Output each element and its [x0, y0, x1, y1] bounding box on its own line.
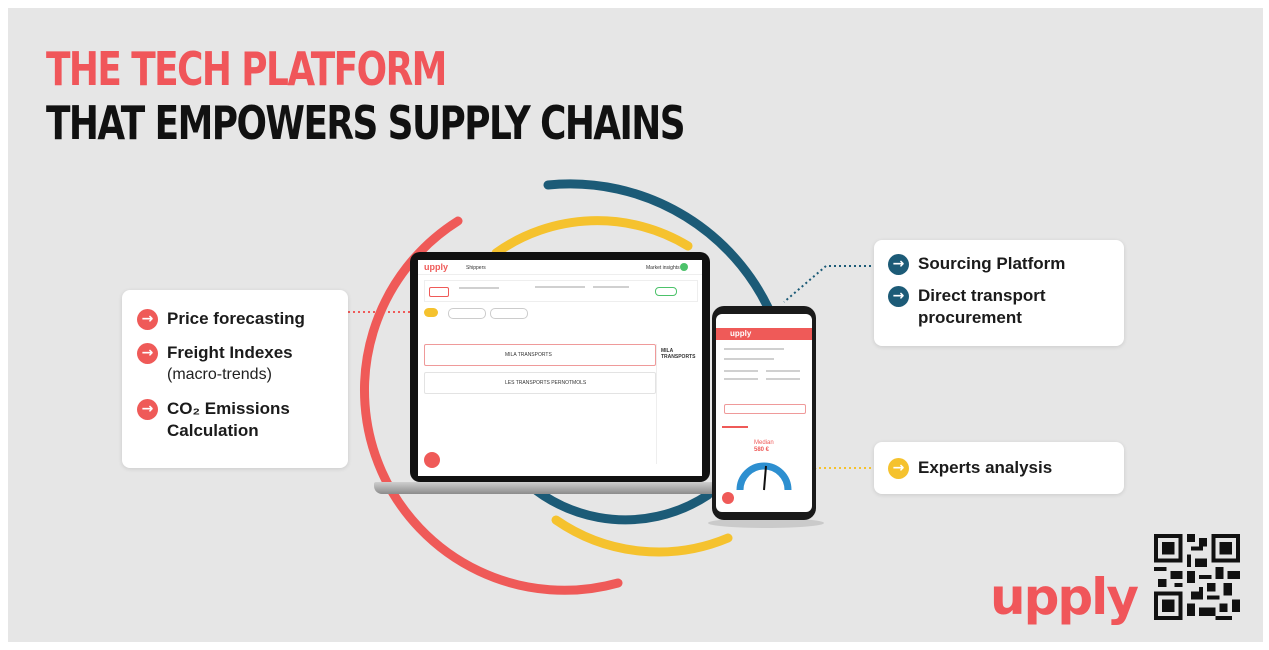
laptop-logo: upply [424, 262, 448, 272]
left-feature-card: → Price forecasting → Freight Indexes (m… [122, 290, 348, 468]
yellow-arc-bottom [551, 515, 733, 557]
offer-row[interactable]: MILA TRANSPORTS [424, 344, 656, 366]
feature-freight-indexes: → Freight Indexes (macro-trends) [137, 342, 334, 386]
arrow-right-icon: → [888, 458, 909, 479]
feature-sublabel: (macro-trends) [167, 366, 272, 383]
filter-all-pill[interactable] [424, 308, 438, 317]
chat-button[interactable] [424, 452, 440, 468]
yellow-arc-top [491, 216, 693, 258]
feature-label: Freight Indexes [167, 343, 293, 362]
arrow-right-icon: → [888, 286, 909, 307]
price-gauge [736, 462, 792, 491]
laptop-search-summary [424, 280, 698, 302]
filter-expired-pill[interactable] [490, 308, 528, 319]
user-avatar[interactable] [680, 263, 688, 271]
feature-label: Sourcing Platform [918, 254, 1066, 273]
filter-rejected-pill[interactable] [448, 308, 486, 319]
offer-row[interactable]: LES TRANSPORTS PERNOTMOLS [424, 372, 656, 394]
feature-co2-emissions: → CO₂ Emissions Calculation [137, 398, 334, 442]
gauge-label: Median [754, 440, 774, 446]
detail-title: MILA TRANSPORTS [661, 348, 696, 360]
offer-detail-panel: MILA TRANSPORTS [656, 344, 701, 464]
offer-company: LES TRANSPORTS PERNOTMOLS [505, 380, 587, 386]
laptop-base [374, 482, 746, 494]
feature-label: CO₂ Emissions [167, 399, 290, 418]
feature-price-forecasting: → Price forecasting [137, 308, 334, 330]
upply-logo: upply [990, 568, 1139, 626]
feature-sourcing-platform: → Sourcing Platform [888, 253, 1112, 275]
modify-button[interactable] [724, 404, 806, 414]
laptop-menu[interactable]: Market insights [646, 265, 680, 271]
phone-chat-button[interactable] [722, 492, 734, 504]
phone-logo: upply [730, 329, 752, 338]
arrow-right-icon: → [137, 309, 158, 330]
status-badge [655, 287, 677, 296]
arrow-right-icon: → [137, 399, 158, 420]
connector-right-top [783, 265, 876, 303]
back-button[interactable] [429, 287, 449, 297]
phone-screen: upply Median 580 € [716, 314, 812, 512]
offer-company: MILA TRANSPORTS [505, 352, 552, 358]
gauge-value: 580 € [754, 447, 770, 453]
feature-label: Price forecasting [167, 309, 305, 328]
feature-experts-analysis: → Experts analysis [888, 457, 1112, 479]
feature-label: Experts analysis [918, 458, 1053, 477]
arrow-right-icon: → [888, 254, 909, 275]
laptop-screen: upply Shippers Market insights MILA TRAN… [418, 260, 702, 476]
tab-benchmark[interactable] [722, 426, 748, 428]
feature-label: Direct transport procurement [918, 286, 1046, 327]
right-feature-card-top: → Sourcing Platform → Direct transport p… [874, 240, 1124, 346]
arrow-right-icon: → [137, 343, 158, 364]
qr-code-icon [1154, 534, 1240, 620]
infographic-canvas: THE TECH PLATFORM THAT EMPOWERS SUPPLY C… [8, 8, 1263, 642]
laptop-topbar: upply Shippers Market insights [418, 260, 702, 275]
feature-direct-transport: → Direct transport procurement [888, 285, 1112, 329]
right-feature-card-bottom: → Experts analysis [874, 442, 1124, 494]
feature-sublabel: Calculation [167, 421, 259, 440]
laptop-tab[interactable]: Shippers [466, 265, 486, 271]
